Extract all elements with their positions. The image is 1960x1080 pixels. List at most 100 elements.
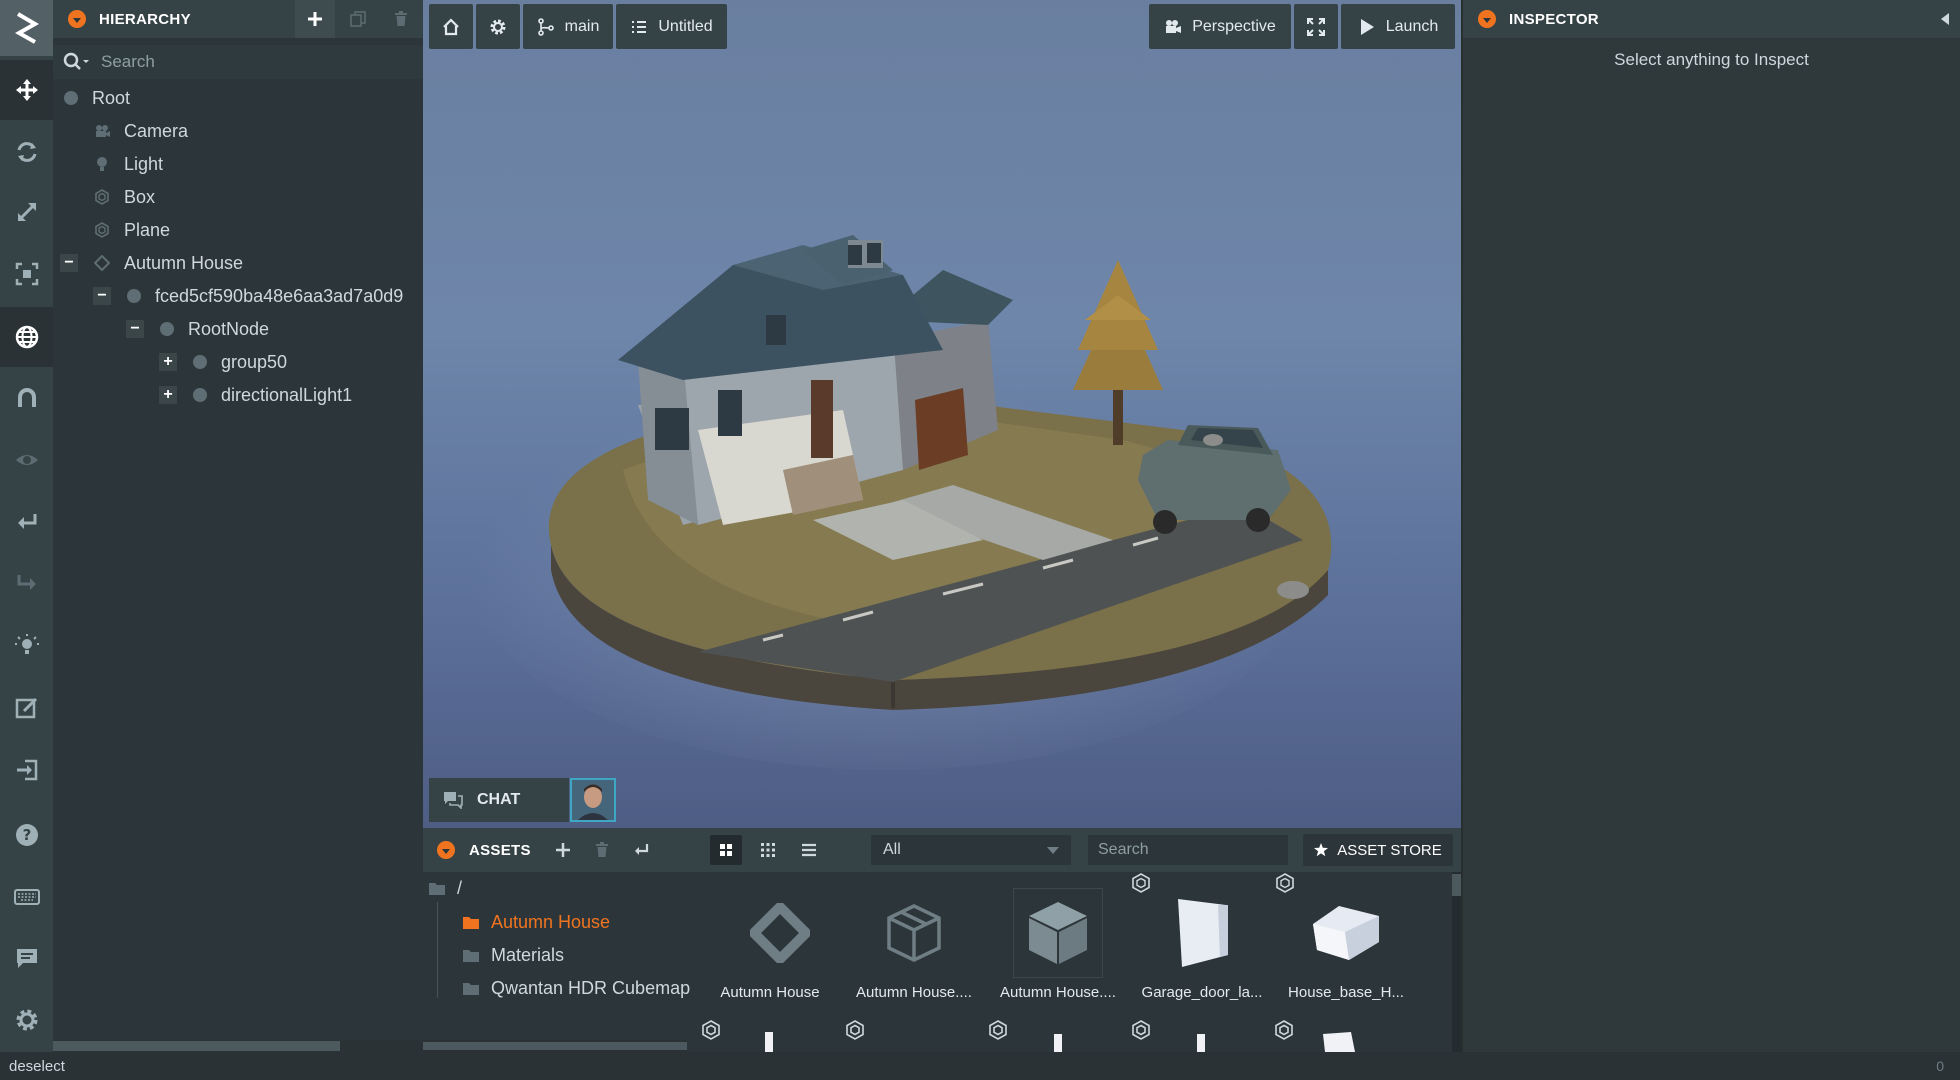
entity-icon [193, 355, 207, 369]
asset-search-input[interactable]: Search [1088, 835, 1288, 865]
hierarchy-search-input[interactable]: Search [101, 52, 155, 72]
duplicate-icon[interactable] [338, 0, 378, 38]
light-icon[interactable] [0, 616, 53, 676]
scene-button[interactable]: Untitled [616, 4, 727, 49]
hierarchy-panel: HIERARCHY Search Root Camera Light Box P… [53, 0, 423, 1052]
asset-item[interactable]: Autumn House [700, 888, 840, 1008]
folder-icon [463, 916, 479, 929]
asset-type-filter[interactable]: All [871, 835, 1071, 865]
filter-value: All [883, 841, 901, 858]
asset-item[interactable]: House_base_H... [1276, 873, 1416, 1008]
tree-item-autumn-house[interactable]: Autumn House [94, 248, 243, 278]
folder-label: Materials [491, 944, 565, 965]
collapse-panel-icon[interactable] [68, 10, 86, 28]
folder-autumn-house[interactable]: Autumn House [463, 908, 610, 936]
add-asset-button[interactable] [547, 835, 579, 865]
collapse-toggle[interactable]: − [60, 254, 78, 272]
home-button[interactable] [429, 4, 473, 49]
rotate-icon[interactable] [0, 122, 53, 182]
undo-icon[interactable] [0, 492, 53, 552]
tree-item-group50[interactable]: group50 [193, 347, 287, 377]
horizontal-scrollbar[interactable] [423, 1040, 687, 1052]
asset-store-button[interactable]: ASSET STORE [1303, 834, 1453, 866]
assets-header: ASSETS All Search ASSET STORE [423, 828, 1461, 872]
folder-materials[interactable]: Materials [463, 941, 564, 969]
list-view-button[interactable] [793, 835, 825, 865]
camera-select-button[interactable]: Perspective [1149, 4, 1291, 49]
keyboard-icon[interactable] [0, 867, 53, 927]
list-icon [802, 843, 816, 857]
collapse-toggle[interactable]: − [126, 320, 144, 338]
world-icon[interactable] [0, 307, 53, 367]
tree-item-root[interactable]: Root [64, 83, 130, 113]
tree-item-directionallight1[interactable]: directionalLight1 [193, 380, 352, 410]
redo-icon[interactable] [0, 553, 53, 613]
tree-item-plane[interactable]: Plane [94, 215, 170, 245]
branch-button[interactable]: main [523, 4, 613, 49]
asset-item[interactable]: Garage_door_la... [1132, 873, 1272, 1008]
folder-qwantan-hdr-cubemap[interactable]: Qwantan HDR Cubemap [463, 974, 690, 1002]
model-icon [95, 189, 109, 205]
tree-item-box[interactable]: Box [94, 182, 155, 212]
tree-item-label: Box [124, 186, 156, 207]
scene-label: Untitled [658, 17, 713, 35]
vertical-scrollbar[interactable] [1452, 872, 1461, 1052]
magnet-icon[interactable] [0, 368, 53, 428]
expand-toggle[interactable]: + [159, 386, 177, 404]
branch-label: main [564, 17, 600, 35]
delete-icon[interactable] [381, 0, 421, 38]
status-message: deselect [9, 1057, 65, 1075]
add-entity-button[interactable] [295, 0, 335, 38]
scene-viewport[interactable]: main Untitled Perspective Launch CHAT [423, 0, 1461, 828]
tree-item-label: group50 [221, 351, 288, 372]
collapse-panel-icon[interactable] [1478, 10, 1496, 28]
horizontal-scrollbar[interactable] [53, 1040, 423, 1052]
asset-name: Autumn House [720, 984, 820, 1001]
resize-icon[interactable] [0, 244, 53, 304]
publish-icon[interactable] [0, 740, 53, 800]
star-icon [1314, 843, 1329, 857]
avatar[interactable] [570, 778, 616, 822]
settings-icon[interactable] [0, 990, 53, 1050]
hierarchy-search[interactable]: Search [53, 45, 423, 79]
delete-asset-button[interactable] [586, 835, 618, 865]
asset-item[interactable]: Autumn House.... [988, 888, 1128, 1008]
help-icon[interactable]: ? [0, 805, 53, 865]
model-icon [95, 222, 109, 238]
tree-item-fced5cf[interactable]: fced5cf590ba48e6aa3ad7a0d9 [127, 281, 403, 311]
tree-item-camera[interactable]: Camera [94, 116, 188, 146]
eye-icon[interactable] [0, 430, 53, 490]
folder-root[interactable]: / [429, 874, 462, 902]
scene-render[interactable] [423, 0, 1461, 828]
asset-item[interactable]: Autumn House.... [844, 888, 984, 1008]
grid-small-view-button[interactable] [752, 835, 784, 865]
folder-label: / [457, 877, 463, 898]
entity-icon [64, 91, 78, 105]
edit-icon[interactable] [0, 678, 53, 738]
tree-item-rootnode[interactable]: RootNode [160, 314, 269, 344]
scale-icon[interactable] [0, 182, 53, 242]
collapse-left-icon[interactable] [1940, 13, 1950, 25]
feedback-icon[interactable] [0, 928, 53, 988]
collapse-toggle[interactable]: − [93, 287, 111, 305]
tree-item-label: Camera [124, 120, 189, 141]
asset-search-placeholder: Search [1098, 841, 1149, 858]
inspector-empty-message: Select anything to Inspect [1614, 50, 1809, 69]
expand-toggle[interactable]: + [159, 353, 177, 371]
tree-item-light[interactable]: Light [94, 149, 163, 179]
chat-button[interactable]: CHAT [429, 778, 569, 822]
fullscreen-button[interactable] [1294, 4, 1338, 49]
grid-large-view-button[interactable] [710, 835, 742, 865]
folder-label: Qwantan HDR Cubemap [491, 977, 691, 998]
back-button[interactable] [625, 835, 657, 865]
delete-icon [596, 842, 608, 857]
grid-large-icon [720, 844, 732, 856]
launch-button[interactable]: Launch [1341, 4, 1455, 49]
logo-icon[interactable] [0, 0, 53, 56]
settings-button[interactable] [476, 4, 520, 49]
tree-item-label: Autumn House [124, 252, 244, 273]
move-icon[interactable] [0, 60, 53, 120]
entity-icon [160, 322, 174, 336]
tree-item-label: RootNode [188, 318, 270, 339]
collapse-panel-icon[interactable] [437, 841, 455, 859]
